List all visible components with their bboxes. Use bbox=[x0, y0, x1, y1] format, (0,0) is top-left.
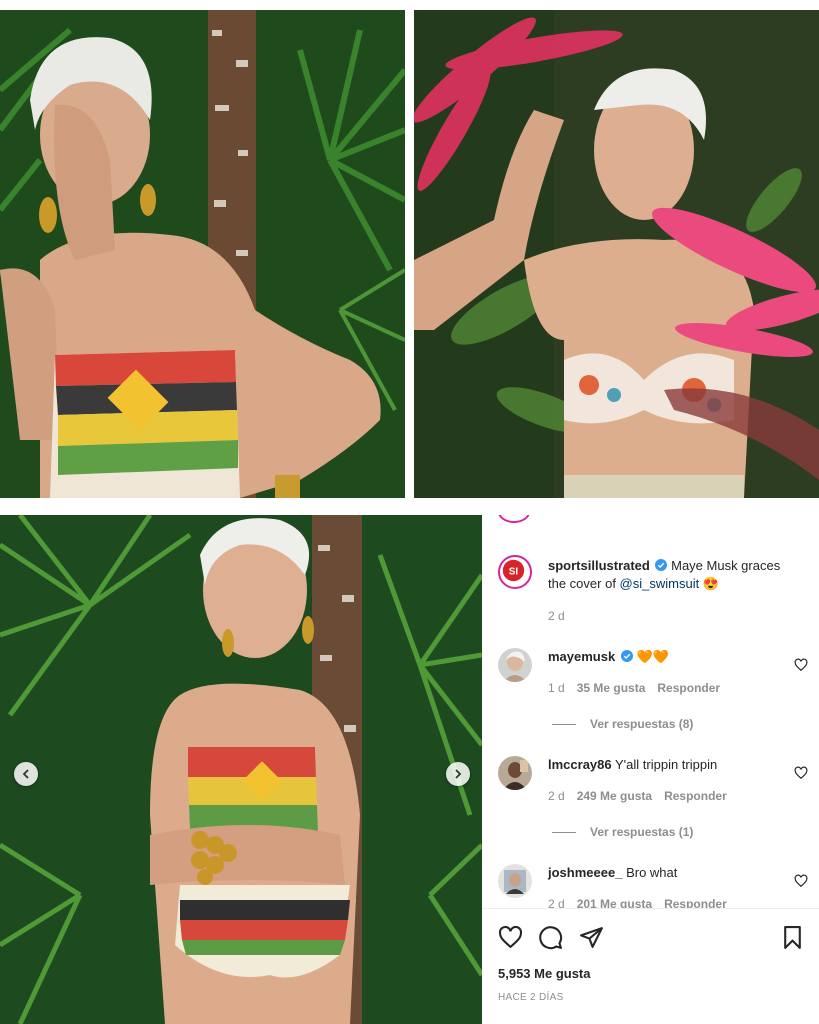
caption-time: 2 d bbox=[548, 609, 565, 623]
comment-row: joshmeeee_ Bro what 2 d 201 Me gusta Res… bbox=[498, 864, 808, 908]
action-bar bbox=[498, 925, 804, 951]
chevron-right-icon bbox=[455, 769, 462, 779]
comment-likes[interactable]: 35 Me gusta bbox=[577, 681, 646, 695]
photo-top-right bbox=[414, 10, 819, 498]
heart-icon[interactable] bbox=[794, 874, 808, 888]
view-replies-label: Ver respuestas (1) bbox=[590, 825, 694, 839]
comment-username[interactable]: mayemusk bbox=[548, 649, 615, 664]
verified-badge-icon bbox=[655, 559, 668, 571]
author-avatar-clipped bbox=[498, 515, 530, 523]
post-date: HACE 2 DÍAS bbox=[498, 992, 564, 1003]
comment-likes[interactable]: 249 Me gusta bbox=[577, 789, 652, 803]
divider bbox=[482, 908, 819, 909]
comment-time: 2 d bbox=[548, 897, 565, 908]
avatar[interactable] bbox=[498, 864, 532, 898]
svg-text:SI: SI bbox=[509, 566, 519, 577]
si-avatar[interactable]: SI bbox=[498, 555, 532, 589]
bookmark-icon[interactable] bbox=[780, 925, 805, 950]
comment-likes[interactable]: 201 Me gusta bbox=[577, 897, 652, 908]
caption-mention[interactable]: @si_swimsuit bbox=[620, 576, 700, 591]
comments-panel: SI sportsillustrated Maye Musk graces th… bbox=[482, 515, 819, 1024]
view-replies-button[interactable]: Ver respuestas (1) bbox=[552, 825, 693, 839]
view-replies-button[interactable]: Ver respuestas (8) bbox=[552, 717, 693, 731]
caption-username[interactable]: sportsillustrated bbox=[548, 558, 650, 573]
photo-bottom bbox=[0, 515, 482, 1024]
reply-button[interactable]: Responder bbox=[664, 789, 727, 803]
heart-icon[interactable] bbox=[794, 766, 808, 780]
carousel-prev-button[interactable] bbox=[14, 762, 38, 786]
avatar[interactable] bbox=[498, 756, 532, 790]
comment-text: 🧡🧡 bbox=[636, 649, 669, 664]
reply-button[interactable]: Responder bbox=[664, 897, 727, 908]
photo-top-left bbox=[0, 10, 405, 498]
comment-username[interactable]: lmccray86 bbox=[548, 757, 612, 772]
verified-badge-icon bbox=[620, 650, 633, 662]
chevron-left-icon bbox=[22, 769, 29, 779]
likes-count[interactable]: 5,953 Me gusta bbox=[498, 966, 591, 981]
comment-text: Y'all trippin trippin bbox=[615, 757, 718, 772]
comment-time: 2 d bbox=[548, 789, 565, 803]
heart-icon[interactable] bbox=[498, 925, 523, 950]
carousel-next-button[interactable] bbox=[446, 762, 470, 786]
heart-icon[interactable] bbox=[794, 658, 808, 672]
avatar[interactable] bbox=[498, 648, 532, 682]
share-icon[interactable] bbox=[579, 925, 604, 950]
comment-username[interactable]: joshmeeee_ bbox=[548, 865, 622, 880]
view-replies-label: Ver respuestas (8) bbox=[590, 717, 694, 731]
reply-button[interactable]: Responder bbox=[657, 681, 720, 695]
comment-time: 1 d bbox=[548, 681, 565, 695]
comment-text: Bro what bbox=[626, 865, 678, 880]
caption-emoji: 😍 bbox=[702, 576, 720, 591]
si-logo-icon: SI bbox=[502, 559, 525, 582]
comment-icon[interactable] bbox=[538, 925, 563, 950]
